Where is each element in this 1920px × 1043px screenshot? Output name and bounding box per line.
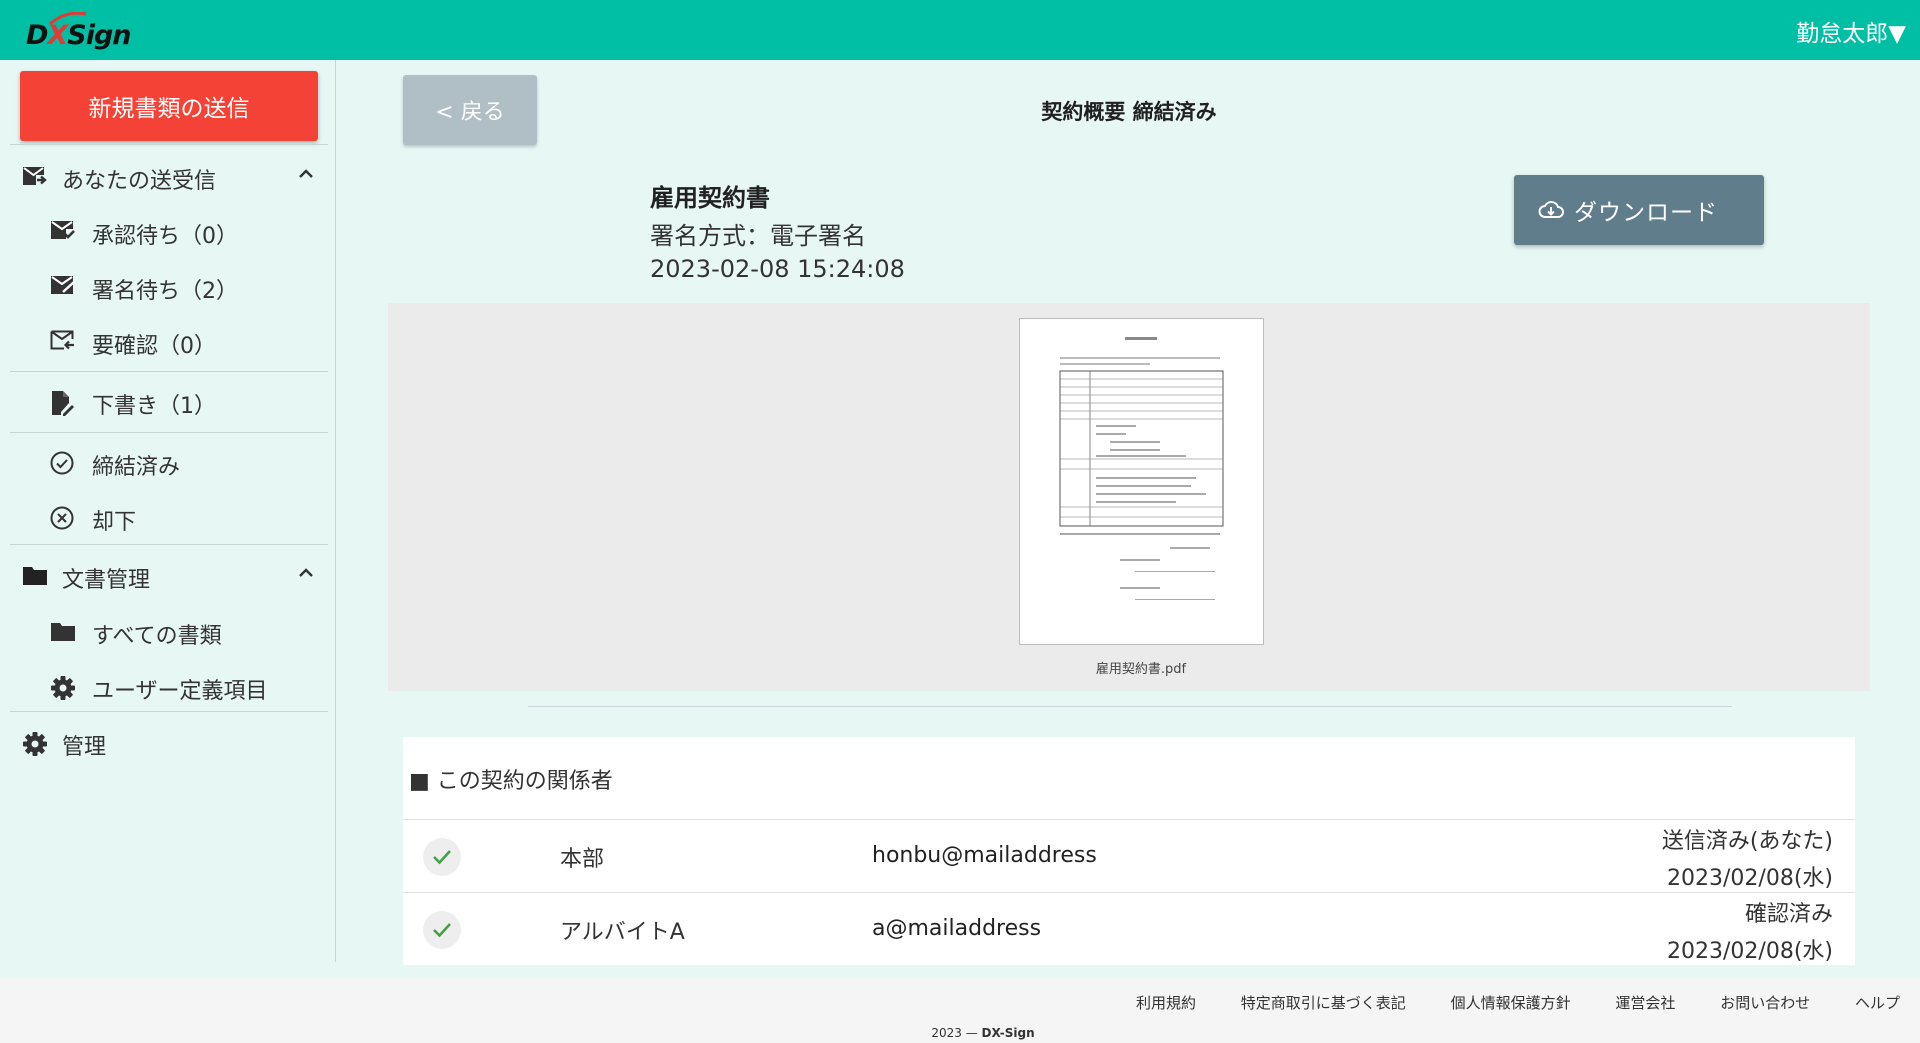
- gear-icon: [51, 676, 75, 700]
- sidebar-item-all-documents[interactable]: すべての書類: [10, 610, 328, 654]
- sidebar-section-inbox-label: あなたの送受信: [62, 169, 217, 194]
- top-bar: DXSign 勤怠太郎▼: [0, 0, 1920, 60]
- folder-icon: [51, 623, 75, 641]
- document-datetime: 2023-02-08 15:24:08: [650, 255, 905, 283]
- mail-forward-icon: [23, 167, 47, 185]
- footer-links: 利用規約 特定商取引に基づく表記 個人情報保護方針 運営会社 お問い合わせ ヘル…: [1096, 992, 1900, 1013]
- circle-x-icon: [50, 506, 74, 530]
- user-menu[interactable]: 勤怠太郎▼: [1796, 14, 1906, 48]
- row-divider: [403, 892, 1855, 893]
- party-email: honbu@mailaddress: [872, 843, 1097, 868]
- party-date: 2023/02/08(水): [1667, 939, 1833, 964]
- party-status: 送信済み(あなた): [1661, 829, 1833, 854]
- sidebar-divider: [10, 544, 328, 545]
- signature-method: 署名方式：電子署名: [650, 222, 866, 250]
- document-title: 雇用契約書: [650, 184, 770, 212]
- sidebar: 新規書類の送信 あなたの送受信 承認待ち（0） 署名待ち（2） 要確認（0） 下…: [0, 60, 336, 962]
- logo-text-x: X: [47, 20, 68, 51]
- parties-panel: ■ この契約の関係者 本部 honbu@mailaddress 送信済み(あなた…: [403, 737, 1855, 965]
- circle-check-icon: [50, 451, 74, 475]
- footer: 利用規約 特定商取引に基づく表記 個人情報保護方針 運営会社 お問い合わせ ヘル…: [0, 978, 1920, 1043]
- footer-link-commerce-act[interactable]: 特定商取引に基づく表記: [1241, 994, 1406, 1012]
- parties-heading: ■ この契約の関係者: [409, 769, 613, 794]
- sidebar-divider: [10, 144, 328, 145]
- logo-text-sign: Sign: [67, 20, 131, 51]
- document-edit-icon: [52, 391, 74, 416]
- party-status: 確認済み: [1744, 902, 1833, 927]
- sidebar-divider: [10, 711, 328, 712]
- download-button-label: ダウンロード: [1574, 200, 1718, 226]
- sidebar-item-needs-confirmation[interactable]: 要確認（0）: [10, 320, 328, 364]
- party-name: 本部: [560, 847, 605, 872]
- row-divider: [403, 819, 1855, 820]
- sidebar-item-drafts[interactable]: 下書き（1）: [10, 380, 328, 424]
- copyright: 2023 — DX-Sign: [0, 1026, 1920, 1040]
- sidebar-item-admin[interactable]: 管理: [10, 723, 328, 763]
- copyright-brand: DX-Sign: [981, 1026, 1035, 1040]
- check-icon: [423, 911, 461, 949]
- sidebar-item-label: すべての書類: [92, 624, 222, 649]
- party-name: アルバイトA: [560, 920, 685, 945]
- logo-text-d: D: [26, 20, 48, 51]
- sidebar-divider: [10, 371, 328, 372]
- mail-check-icon: [51, 221, 75, 239]
- mail-arrow-icon: [50, 330, 74, 350]
- sidebar-item-label: 締結済み: [92, 455, 181, 480]
- folder-icon: [23, 567, 47, 585]
- sidebar-item-awaiting-approval[interactable]: 承認待ち（0）: [10, 210, 328, 254]
- party-date: 2023/02/08(水): [1667, 866, 1833, 891]
- sidebar-item-label: 却下: [92, 510, 137, 535]
- sidebar-item-awaiting-signature[interactable]: 署名待ち（2）: [10, 265, 328, 309]
- sidebar-divider: [10, 432, 328, 433]
- mail-pen-icon: [51, 276, 75, 294]
- sidebar-section-documents-label: 文書管理: [62, 568, 151, 593]
- document-file-name[interactable]: 雇用契約書.pdf: [0, 658, 1920, 677]
- sidebar-item-concluded[interactable]: 締結済み: [10, 441, 328, 485]
- chevron-up-icon[interactable]: [298, 566, 314, 578]
- sidebar-item-label: 要確認（0）: [92, 334, 216, 359]
- sidebar-item-label: ユーザー定義項目: [92, 679, 268, 704]
- sidebar-item-rejected[interactable]: 却下: [10, 496, 328, 540]
- document-thumbnail[interactable]: [1019, 318, 1264, 645]
- download-button[interactable]: ダウンロード: [1514, 175, 1764, 245]
- dx-sign-logo[interactable]: DXSign: [26, 12, 132, 52]
- footer-link-help[interactable]: ヘルプ: [1855, 994, 1900, 1012]
- sidebar-section-inbox[interactable]: あなたの送受信: [10, 157, 328, 197]
- footer-link-terms[interactable]: 利用規約: [1136, 994, 1196, 1012]
- footer-link-company[interactable]: 運営会社: [1615, 994, 1675, 1012]
- gear-icon: [23, 732, 47, 756]
- section-divider: [528, 706, 1732, 707]
- sidebar-item-admin-label: 管理: [62, 735, 107, 760]
- sidebar-item-label: 署名待ち（2）: [92, 279, 238, 304]
- document-page-image: [1028, 323, 1255, 640]
- sidebar-item-label: 承認待ち（0）: [92, 224, 238, 249]
- copyright-year: 2023 —: [931, 1026, 982, 1040]
- chevron-up-icon[interactable]: [298, 167, 314, 179]
- sidebar-item-label: 下書き（1）: [92, 394, 216, 419]
- cloud-download-icon: [1538, 201, 1564, 218]
- sidebar-section-documents[interactable]: 文書管理: [10, 556, 328, 596]
- footer-link-privacy[interactable]: 個人情報保護方針: [1451, 994, 1571, 1012]
- check-icon: [423, 838, 461, 876]
- party-email: a@mailaddress: [872, 916, 1042, 941]
- footer-link-contact[interactable]: お問い合わせ: [1720, 994, 1810, 1012]
- page-title: 契約概要 締結済み: [1041, 100, 1217, 124]
